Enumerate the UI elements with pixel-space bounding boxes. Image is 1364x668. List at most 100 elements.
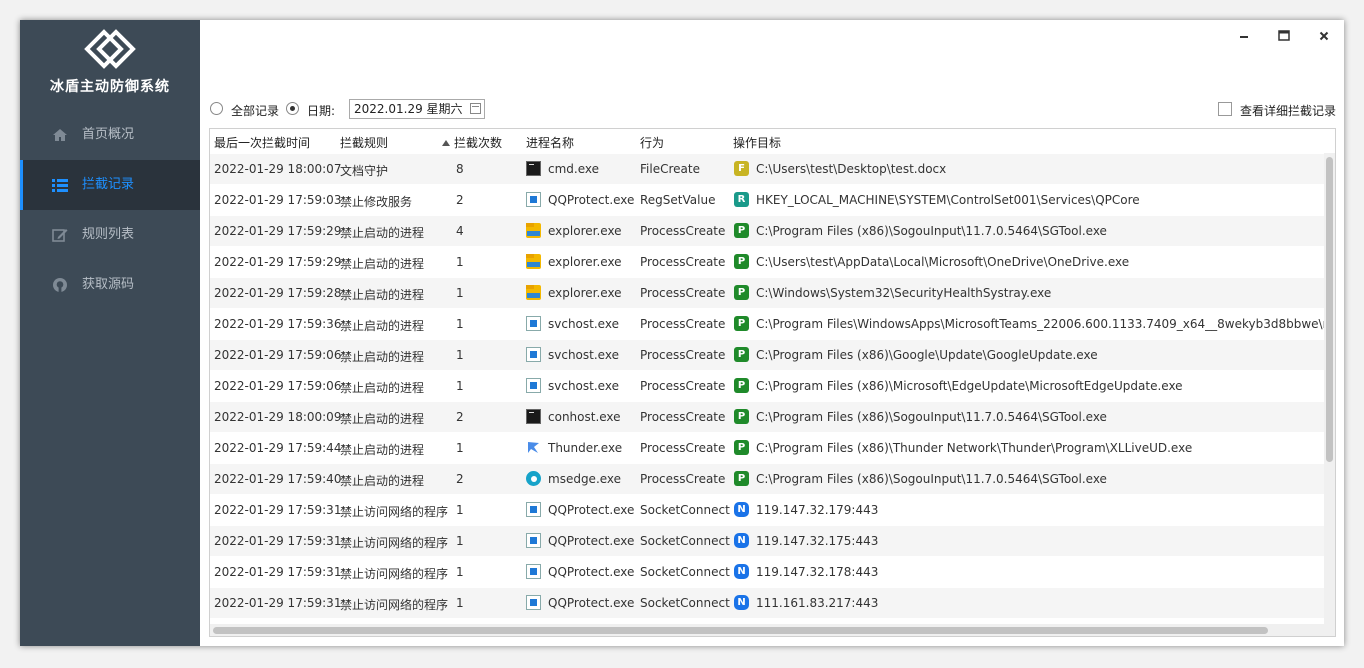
cell-target: C:\Users\test\Desktop\test.docx bbox=[756, 162, 947, 176]
table-row[interactable]: 2022-01-29 17:59:28 禁止启动的进程 1 explorer.exe P… bbox=[210, 277, 1324, 308]
cell-count: 1 bbox=[456, 348, 464, 362]
cell-target: C:\Program Files (x86)\SogouInput\11.7.0… bbox=[756, 472, 1107, 486]
explorer-icon bbox=[526, 223, 541, 238]
sidebar-item-rules[interactable]: 规则列表 bbox=[20, 210, 200, 260]
cell-count: 8 bbox=[456, 162, 464, 176]
table-row[interactable]: 2022-01-29 17:59:06 禁止启动的进程 1 svchost.exe Pr… bbox=[210, 370, 1324, 401]
cell-target: HKEY_LOCAL_MACHINE\SYSTEM\ControlSet001\… bbox=[756, 193, 1140, 207]
horizontal-scroll-thumb[interactable] bbox=[213, 627, 1268, 634]
cell-target: 119.147.32.178:443 bbox=[756, 565, 879, 579]
cell-action: FileCreate bbox=[640, 162, 700, 176]
table-row[interactable]: 2022-01-29 17:59:31禁止访问网络的程序 1 QQProtect.e… bbox=[210, 494, 1324, 525]
qqprotect-icon bbox=[526, 502, 541, 517]
column-header-time[interactable]: 最后一次拦截时间 bbox=[214, 134, 310, 151]
cell-count: 4 bbox=[456, 224, 464, 238]
all-records-radio[interactable] bbox=[210, 102, 223, 115]
home-icon bbox=[52, 127, 68, 143]
cell-rule: 禁止修改服务 bbox=[340, 195, 413, 209]
cell-action: SocketConnect bbox=[640, 503, 730, 517]
cell-count: 1 bbox=[456, 441, 464, 455]
sidebar-item-source[interactable]: 获取源码 bbox=[20, 260, 200, 310]
cell-action: ProcessCreate bbox=[640, 472, 726, 486]
date-radio[interactable] bbox=[286, 102, 299, 115]
cell-action: ProcessCreate bbox=[640, 286, 726, 300]
cell-count: 1 bbox=[456, 565, 464, 579]
cell-target: C:\Program Files (x86)\SogouInput\11.7.0… bbox=[756, 410, 1107, 424]
vertical-scroll-thumb[interactable] bbox=[1326, 157, 1333, 462]
table-row[interactable]: 2022-01-29 18:00:07 文档守护 8 cmd.exe FileCreat… bbox=[210, 153, 1324, 184]
records-table: 最后一次拦截时间 拦截规则 拦截次数 进程名称 行为 操作目标 2022-01-… bbox=[209, 128, 1336, 637]
cell-target: C:\Program Files (x86)\SogouInput\11.7.0… bbox=[756, 224, 1107, 238]
sort-ascending-icon bbox=[442, 140, 450, 146]
table-row[interactable]: 2022-01-29 18:00:09 禁止启动的进程 2 conhost.exe Pr… bbox=[210, 401, 1324, 432]
cell-rule: 禁止启动的进程 bbox=[340, 412, 425, 426]
sidebar-nav: 首页概况 拦截记录 规则列表 获取源码 bbox=[20, 110, 200, 310]
column-header-count[interactable]: 拦截次数 bbox=[442, 134, 502, 151]
sidebar-item-home[interactable]: 首页概况 bbox=[20, 110, 200, 160]
cell-rule: 禁止启动的进程 bbox=[340, 319, 425, 333]
cell-count: 1 bbox=[456, 534, 464, 548]
process-type-badge: P bbox=[734, 409, 749, 424]
column-header-rule[interactable]: 拦截规则 bbox=[340, 134, 388, 151]
main-content: 全部记录 日期: 2022.01.29 星期六 查看详细拦截记录 最后一次拦截时… bbox=[200, 20, 1344, 646]
app-window: 冰盾主动防御系统 首页概况 拦截记录 规则列表 获取源码 全部记录 日期: 20… bbox=[20, 20, 1344, 646]
table-row[interactable]: 2022-01-29 17:59:03 禁止修改服务 2 QQProtect.exe R… bbox=[210, 184, 1324, 215]
cell-process: explorer.exe bbox=[548, 255, 622, 269]
qqprotect-icon bbox=[526, 564, 541, 579]
cell-time: 2022-01-29 17:59:29 bbox=[214, 224, 342, 238]
sidebar: 冰盾主动防御系统 首页概况 拦截记录 规则列表 获取源码 bbox=[20, 20, 200, 646]
cell-count: 1 bbox=[456, 286, 464, 300]
cell-time: 2022-01-29 17:59:31 bbox=[214, 534, 342, 548]
cell-rule: 禁止访问网络的程序 bbox=[340, 505, 449, 519]
column-header-target[interactable]: 操作目标 bbox=[733, 134, 781, 151]
table-row[interactable]: 2022-01-29 17:59:40 禁止启动的进程 2 msedge.exe Pro… bbox=[210, 463, 1324, 494]
sidebar-item-label: 规则列表 bbox=[82, 227, 135, 242]
explorer-icon bbox=[526, 254, 541, 269]
edit-icon bbox=[52, 227, 68, 243]
process-type-badge: P bbox=[734, 440, 749, 455]
table-header: 最后一次拦截时间 拦截规则 拦截次数 进程名称 行为 操作目标 bbox=[210, 129, 1335, 153]
cell-time: 2022-01-29 17:59:31 bbox=[214, 565, 342, 579]
cell-action: SocketConnect bbox=[640, 596, 730, 610]
table-row[interactable]: 2022-01-29 17:59:31禁止访问网络的程序 1 QQProtect.e… bbox=[210, 556, 1324, 587]
cell-target: 111.161.83.217:443 bbox=[756, 596, 879, 610]
cell-process: svchost.exe bbox=[548, 348, 619, 362]
cell-rule: 禁止启动的进程 bbox=[340, 226, 425, 240]
table-row[interactable]: 2022-01-29 17:59:36 禁止启动的进程 1 svchost.exe Pr… bbox=[210, 308, 1335, 339]
table-row[interactable]: 2022-01-29 17:59:29 禁止启动的进程 4 explorer.exe P… bbox=[210, 215, 1324, 246]
cell-target: C:\Program Files (x86)\Microsoft\EdgeUpd… bbox=[756, 379, 1183, 393]
file-type-badge: F bbox=[734, 161, 749, 176]
table-row[interactable]: 2022-01-29 17:59:29 禁止启动的进程 1 explorer.exe P… bbox=[210, 246, 1324, 277]
horizontal-scrollbar[interactable] bbox=[210, 624, 1324, 636]
sidebar-item-label: 拦截记录 bbox=[82, 177, 135, 192]
sidebar-item-label: 首页概况 bbox=[82, 127, 135, 142]
network-type-badge: N bbox=[734, 595, 749, 610]
cell-time: 2022-01-29 18:00:07 bbox=[214, 162, 342, 176]
cell-process: QQProtect.exe bbox=[548, 565, 635, 579]
date-picker[interactable]: 2022.01.29 星期六 bbox=[349, 99, 485, 119]
cmd-icon bbox=[526, 161, 541, 176]
sidebar-item-records[interactable]: 拦截记录 bbox=[20, 160, 200, 210]
cell-time: 2022-01-29 17:59:40 bbox=[214, 472, 342, 486]
network-type-badge: N bbox=[734, 533, 749, 548]
calendar-icon[interactable] bbox=[470, 103, 481, 114]
cell-rule: 文档守护 bbox=[340, 164, 389, 178]
vertical-scrollbar[interactable] bbox=[1324, 153, 1335, 636]
thunder-icon bbox=[526, 440, 541, 455]
table-row[interactable]: 2022-01-29 17:59:44 禁止启动的进程 1 Thunder.exe Pr… bbox=[210, 432, 1324, 463]
cell-rule: 禁止访问网络的程序 bbox=[340, 598, 449, 612]
cell-process: conhost.exe bbox=[548, 410, 621, 424]
table-row[interactable]: 2022-01-29 17:59:06 禁止启动的进程 1 svchost.exe Pr… bbox=[210, 339, 1324, 370]
cell-process: QQProtect.exe bbox=[548, 534, 635, 548]
column-header-process[interactable]: 进程名称 bbox=[526, 134, 574, 151]
network-type-badge: N bbox=[734, 502, 749, 517]
cell-time: 2022-01-29 17:59:06 bbox=[214, 348, 342, 362]
detail-records-checkbox[interactable] bbox=[1218, 102, 1232, 116]
filter-bar: 全部记录 日期: 2022.01.29 星期六 查看详细拦截记录 bbox=[210, 99, 1340, 120]
column-header-action[interactable]: 行为 bbox=[640, 134, 664, 151]
process-type-badge: P bbox=[734, 223, 749, 238]
table-row[interactable]: 2022-01-29 17:59:31禁止访问网络的程序 1 QQProtect.e… bbox=[210, 587, 1324, 618]
cell-target: 119.147.32.179:443 bbox=[756, 503, 879, 517]
table-row[interactable]: 2022-01-29 17:59:31禁止访问网络的程序 1 QQProtect.e… bbox=[210, 525, 1324, 556]
cell-target: C:\Program Files (x86)\Thunder Network\T… bbox=[756, 441, 1193, 455]
